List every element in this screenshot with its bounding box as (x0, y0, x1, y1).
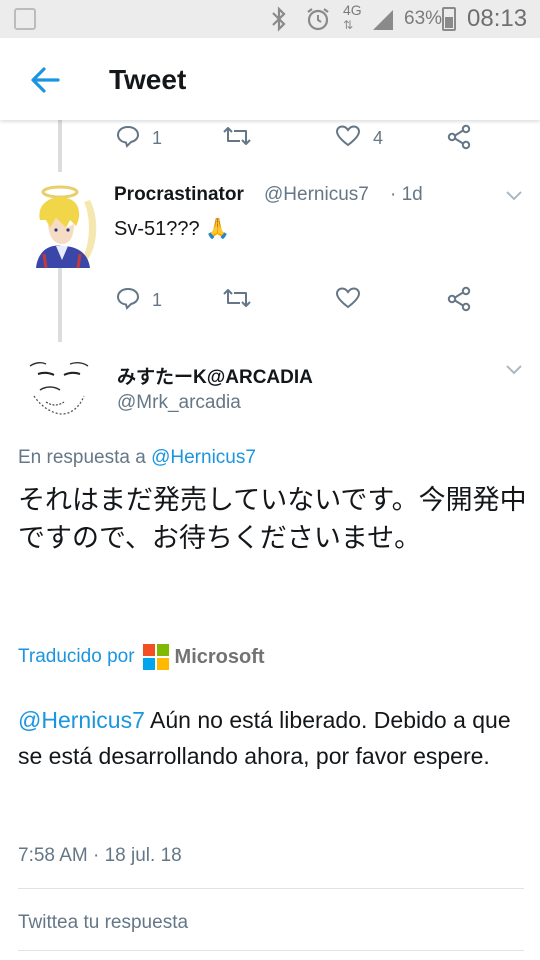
status-bar: 4G ⇅ 63% 08:13 (0, 0, 540, 38)
like-count: 4 (373, 128, 384, 148)
like-icon[interactable] (335, 124, 361, 148)
microsoft-logo-icon (142, 644, 169, 670)
author-name[interactable]: Procrastinator (114, 184, 244, 206)
avatar[interactable] (26, 180, 100, 269)
reply-mention-link[interactable]: @Hernicus7 (151, 447, 256, 468)
avatar[interactable] (24, 356, 100, 422)
translated-by-label: Traducido por (18, 646, 135, 667)
reply-input[interactable]: Twittea tu respuesta (18, 912, 188, 934)
thread-line (58, 268, 62, 342)
reply-context: En respuesta a @Hernicus7 (18, 447, 256, 469)
signal-icon (370, 6, 396, 38)
clock: 08:13 (467, 5, 528, 32)
like-icon[interactable] (335, 286, 361, 310)
reply-count: 1 (152, 128, 163, 148)
retweet-icon[interactable] (222, 286, 252, 310)
chevron-down-icon[interactable] (504, 362, 524, 381)
chevron-down-icon[interactable] (504, 188, 524, 207)
share-icon[interactable] (446, 286, 472, 312)
translation-attribution[interactable]: Traducido por Microsoft (18, 644, 265, 670)
retweet-icon[interactable] (222, 124, 252, 148)
app-header: Tweet (0, 38, 540, 120)
battery-percent: 63% (404, 8, 443, 29)
translated-text: @Hernicus7 Aún no está liberado. Debido … (18, 702, 528, 774)
author-handle[interactable]: @Hernicus7 (264, 184, 369, 206)
translator-name: Microsoft (174, 645, 265, 668)
back-arrow-icon[interactable] (28, 62, 64, 98)
alarm-icon (305, 6, 331, 38)
battery-icon (442, 7, 456, 31)
author-handle[interactable]: @Mrk_arcadia (117, 392, 241, 414)
tweet-text: それはまだ発売していないです。今開発中ですので、お待ちくださいませ。 (18, 485, 527, 554)
reply-icon[interactable] (116, 124, 140, 148)
reply-prefix: En respuesta a (18, 447, 146, 468)
author-name[interactable]: みすたーK@ARCADIA (117, 362, 313, 389)
translation-mention-link[interactable]: @Hernicus7 (18, 707, 145, 733)
data-arrows-icon: ⇅ (343, 18, 354, 32)
tweet-timestamp: 7:58 AM · 18 jul. 18 (18, 845, 182, 866)
divider (18, 888, 524, 889)
network-type: 4G (343, 2, 362, 18)
notification-icon (14, 8, 36, 30)
reply-icon[interactable] (116, 286, 140, 310)
page-title: Tweet (109, 64, 187, 95)
tweet-text: Sv-51??? 🙏 (114, 218, 231, 240)
divider (18, 950, 524, 951)
tweet-age: · 1d (390, 184, 423, 205)
share-icon[interactable] (446, 124, 472, 150)
bluetooth-icon (268, 6, 290, 38)
thread-line (58, 120, 62, 172)
reply-count: 1 (152, 290, 163, 310)
